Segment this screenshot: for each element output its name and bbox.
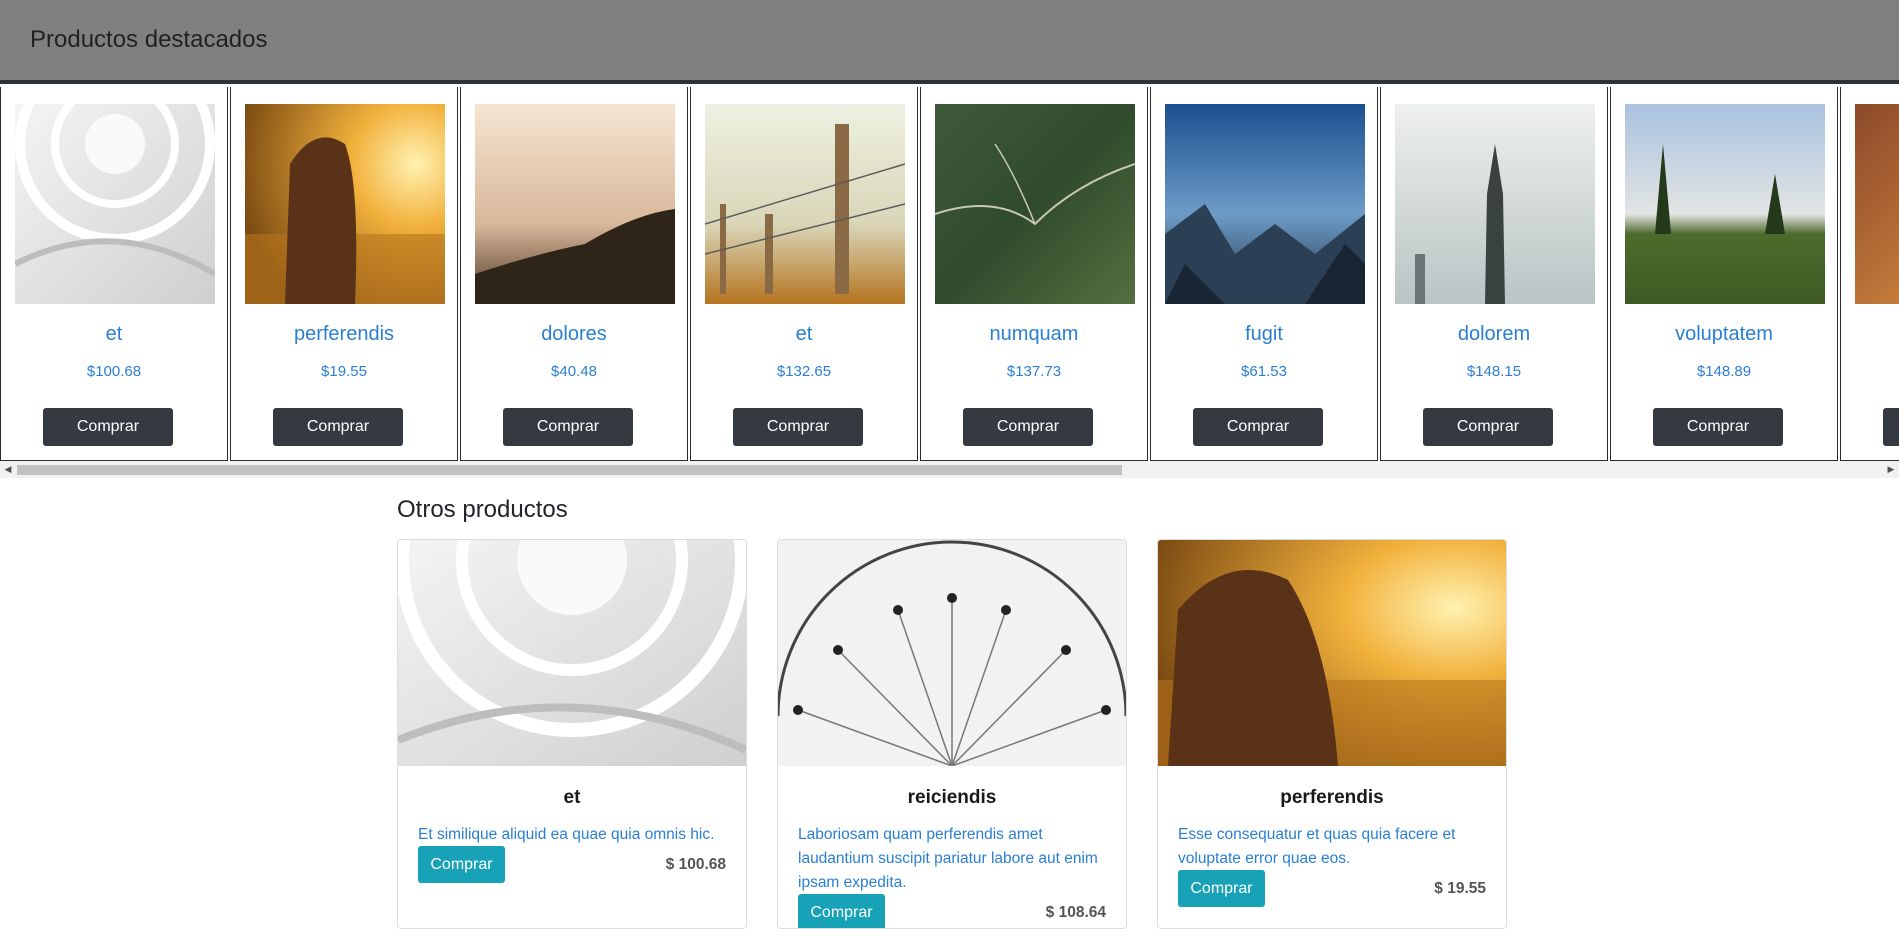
buy-button[interactable]: Comprar xyxy=(1423,408,1553,446)
product-price: $148.15 xyxy=(1466,363,1522,380)
featured-card: voluptatem $148.89 Comprar xyxy=(1610,87,1838,461)
product-image xyxy=(1158,540,1506,766)
product-name: perferendis xyxy=(1280,787,1384,808)
product-price: $40.48 xyxy=(551,363,597,380)
buy-button[interactable]: Comprar xyxy=(43,408,173,446)
product-price: $ 108.64 xyxy=(1045,904,1106,921)
product-image xyxy=(1165,104,1365,304)
product-image xyxy=(1395,104,1595,304)
product-name[interactable]: perferendis xyxy=(231,323,457,346)
product-image xyxy=(1625,104,1825,304)
product-name[interactable]: fugit xyxy=(1151,323,1377,346)
featured-card: dolores $40.48 Comprar xyxy=(460,87,688,461)
buy-button[interactable]: Comprar xyxy=(1178,870,1265,907)
product-image xyxy=(705,104,905,304)
scrollbar-thumb[interactable] xyxy=(17,465,1122,475)
featured-card: et $100.68 Comprar xyxy=(0,87,228,461)
product-image xyxy=(1855,104,1899,304)
page-header: Productos destacados xyxy=(0,0,1899,84)
featured-card: et $132.65 Comprar xyxy=(690,87,918,461)
buy-button[interactable]: Comprar xyxy=(1653,408,1783,446)
featured-card xyxy=(1840,87,1899,461)
product-image xyxy=(398,540,746,766)
product-name: et xyxy=(563,787,581,808)
product-description: Laboriosam quam perferendis amet laudant… xyxy=(798,826,1098,891)
product-card: reiciendis Laboriosam quam perferendis a… xyxy=(777,539,1127,929)
buy-button[interactable]: Comprar xyxy=(503,408,633,446)
product-price: $148.89 xyxy=(1696,363,1752,380)
product-price: $132.65 xyxy=(776,363,832,380)
product-name[interactable]: numquam xyxy=(921,323,1147,346)
product-price: $ 100.68 xyxy=(665,856,726,873)
product-price: $ 19.55 xyxy=(1434,880,1486,897)
buy-button[interactable]: Comprar xyxy=(1193,408,1323,446)
product-description: Et similique aliquid ea quae quia omnis … xyxy=(418,826,715,843)
featured-card: dolorem $148.15 Comprar xyxy=(1380,87,1608,461)
buy-button[interactable]: Comprar xyxy=(733,408,863,446)
featured-card: perferendis $19.55 Comprar xyxy=(230,87,458,461)
section-title: Otros productos xyxy=(397,496,568,523)
product-price: $137.73 xyxy=(1006,363,1062,380)
buy-button[interactable]: Comprar xyxy=(963,408,1093,446)
product-price: $61.53 xyxy=(1241,363,1287,380)
product-name: reiciendis xyxy=(907,787,997,808)
product-image xyxy=(245,104,445,304)
product-card: et Et similique aliquid ea quae quia omn… xyxy=(397,539,747,929)
product-description: Esse consequatur et quas quia facere et … xyxy=(1178,826,1456,867)
product-image xyxy=(475,104,675,304)
page-title: Productos destacados xyxy=(30,26,268,53)
product-name[interactable]: voluptatem xyxy=(1611,323,1837,346)
product-name[interactable]: dolorem xyxy=(1381,323,1607,346)
scroll-left-icon[interactable]: ◀ xyxy=(0,461,16,478)
product-image xyxy=(778,540,1126,766)
product-name[interactable]: dolores xyxy=(461,323,687,346)
horizontal-scrollbar[interactable]: ◀ ▶ xyxy=(0,461,1899,478)
scroll-right-icon[interactable]: ▶ xyxy=(1883,461,1899,478)
product-price: $19.55 xyxy=(321,363,367,380)
product-name[interactable]: et xyxy=(1,323,227,346)
featured-card: fugit $61.53 Comprar xyxy=(1150,87,1378,461)
buy-button[interactable]: Comprar xyxy=(273,408,403,446)
product-card: perferendis Esse consequatur et quas qui… xyxy=(1157,539,1507,929)
buy-button[interactable] xyxy=(1883,408,1899,446)
product-image xyxy=(15,104,215,304)
featured-carousel[interactable]: et $100.68 Comprar perferendis $19.55 Co… xyxy=(0,87,1899,461)
product-image xyxy=(935,104,1135,304)
product-name[interactable]: et xyxy=(691,323,917,346)
buy-button[interactable]: Comprar xyxy=(418,846,505,883)
product-price: $100.68 xyxy=(86,363,142,380)
featured-card: numquam $137.73 Comprar xyxy=(920,87,1148,461)
